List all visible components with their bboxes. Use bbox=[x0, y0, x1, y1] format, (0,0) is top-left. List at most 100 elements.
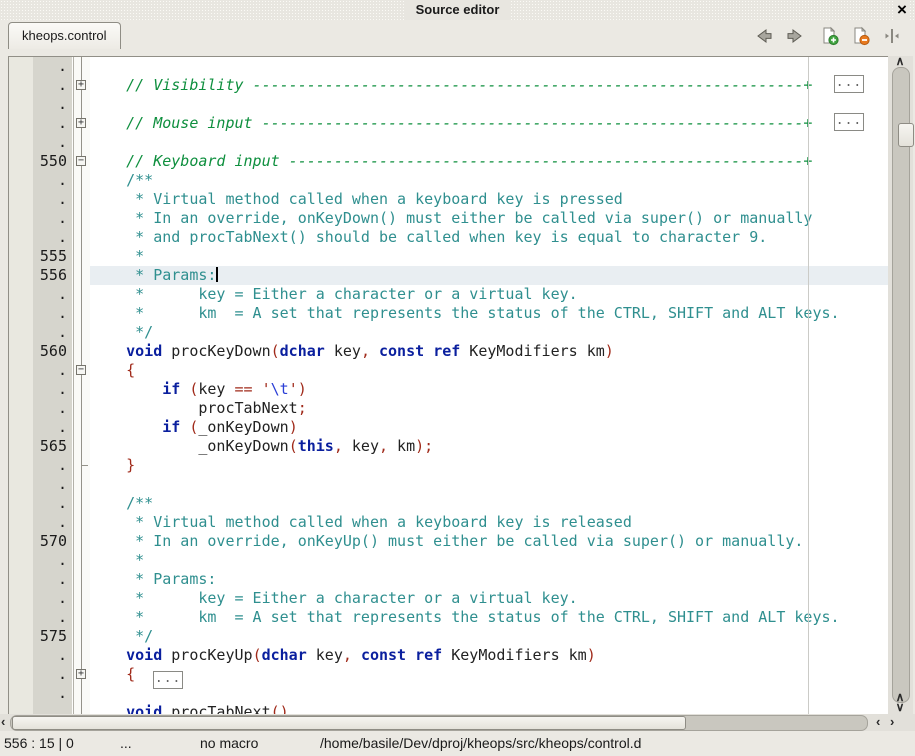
split-view-button[interactable] bbox=[881, 26, 903, 50]
code-line[interactable]: * bbox=[90, 551, 889, 570]
vertical-scrollbar[interactable]: ∧ ∧ ∨ bbox=[888, 56, 913, 714]
remove-document-button[interactable] bbox=[850, 26, 872, 50]
code-line[interactable]: * and procTabNext() should be called whe… bbox=[90, 228, 889, 247]
horizontal-scrollbar[interactable]: ‹ ‹ › bbox=[0, 714, 915, 731]
code-line[interactable]: {... bbox=[90, 665, 889, 684]
collapsed-fold-box[interactable]: ... bbox=[834, 75, 864, 93]
code-line[interactable]: // Keyboard input ----------------------… bbox=[90, 152, 889, 171]
code-row[interactable]: 556 * Params: bbox=[9, 266, 889, 285]
vertical-scroll-track[interactable] bbox=[892, 67, 910, 703]
scroll-left-icon[interactable]: ‹ bbox=[1, 714, 5, 730]
code-row[interactable]: . * bbox=[9, 551, 889, 570]
code-line[interactable]: * Virtual method called when a keyboard … bbox=[90, 190, 889, 209]
fold-expand-icon[interactable]: + bbox=[76, 669, 86, 679]
code-row[interactable]: . * In an override, onKeyDown() must eit… bbox=[9, 209, 889, 228]
code-row[interactable]: . bbox=[9, 57, 889, 76]
code-line[interactable]: * In an override, onKeyUp() must either … bbox=[90, 532, 889, 551]
code-line[interactable]: * bbox=[90, 247, 889, 266]
scroll-left-icon[interactable]: ‹ bbox=[876, 714, 880, 730]
code-row[interactable]: . void procKeyUp(dchar key, const ref Ke… bbox=[9, 646, 889, 665]
code-row[interactable]: . * key = Either a character or a virtua… bbox=[9, 589, 889, 608]
code-line[interactable]: * key = Either a character or a virtual … bbox=[90, 589, 889, 608]
code-row[interactable]: 575 */ bbox=[9, 627, 889, 646]
code-row[interactable]: . * Params: bbox=[9, 570, 889, 589]
close-icon[interactable]: × bbox=[894, 0, 910, 20]
code-line[interactable]: void procKeyUp(dchar key, const ref KeyM… bbox=[90, 646, 889, 665]
code-row[interactable]: .+ // Mouse input ----------------------… bbox=[9, 114, 889, 133]
code-line[interactable]: if (_onKeyDown) bbox=[90, 418, 889, 437]
vertical-scroll-thumb[interactable] bbox=[898, 123, 914, 147]
code-row[interactable]: . bbox=[9, 475, 889, 494]
code-line[interactable] bbox=[90, 57, 889, 76]
code-line[interactable]: // Mouse input -------------------------… bbox=[90, 114, 889, 133]
code-line[interactable]: * Params: bbox=[90, 266, 889, 285]
code-row[interactable]: . if (_onKeyDown) bbox=[9, 418, 889, 437]
code-line[interactable] bbox=[90, 684, 889, 703]
code-row[interactable]: . * Virtual method called when a keyboar… bbox=[9, 190, 889, 209]
code-viewport[interactable]: ..+ // Visibility ----------------------… bbox=[8, 56, 890, 716]
tab-kheops-control[interactable]: kheops.control bbox=[8, 22, 121, 49]
code-line[interactable]: * km = A set that represents the status … bbox=[90, 608, 889, 627]
back-button[interactable] bbox=[753, 26, 775, 50]
code-row[interactable]: 570 * In an override, onKeyUp() must eit… bbox=[9, 532, 889, 551]
code-line[interactable] bbox=[90, 95, 889, 114]
code-token: { bbox=[126, 361, 135, 379]
horizontal-scroll-track[interactable] bbox=[10, 715, 868, 731]
code-line[interactable]: if (key == '\t') bbox=[90, 380, 889, 399]
code-row[interactable]: 560 void procKeyDown(dchar key, const re… bbox=[9, 342, 889, 361]
code-row[interactable]: . * key = Either a character or a virtua… bbox=[9, 285, 889, 304]
code-line[interactable]: */ bbox=[90, 323, 889, 342]
code-line[interactable]: * km = A set that represents the status … bbox=[90, 304, 889, 323]
code-line[interactable]: * In an override, onKeyDown() must eithe… bbox=[90, 209, 889, 228]
code-row[interactable]: . bbox=[9, 95, 889, 114]
scroll-up-icon[interactable]: ∧ bbox=[892, 56, 908, 66]
collapsed-fold-box[interactable]: ... bbox=[834, 113, 864, 131]
code-row[interactable]: . * and procTabNext() should be called w… bbox=[9, 228, 889, 247]
code-row[interactable]: . /** bbox=[9, 171, 889, 190]
code-row[interactable]: . * km = A set that represents the statu… bbox=[9, 608, 889, 627]
code-row[interactable]: 565 _onKeyDown(this, key, km); bbox=[9, 437, 889, 456]
code-row[interactable]: 550− // Keyboard input -----------------… bbox=[9, 152, 889, 171]
horizontal-scroll-thumb[interactable] bbox=[12, 716, 686, 730]
code-line[interactable]: * Virtual method called when a keyboard … bbox=[90, 513, 889, 532]
code-row[interactable]: . bbox=[9, 684, 889, 703]
code-line[interactable]: * Params: bbox=[90, 570, 889, 589]
fold-expand-icon[interactable]: + bbox=[76, 80, 86, 90]
scroll-right-icon[interactable]: › bbox=[890, 714, 894, 730]
code-line[interactable]: * key = Either a character or a virtual … bbox=[90, 285, 889, 304]
code-row[interactable]: .− { bbox=[9, 361, 889, 380]
code-line[interactable]: void procKeyDown(dchar key, const ref Ke… bbox=[90, 342, 889, 361]
code-line[interactable]: */ bbox=[90, 627, 889, 646]
code-line[interactable] bbox=[90, 475, 889, 494]
code-row[interactable]: .+ // Visibility -----------------------… bbox=[9, 76, 889, 95]
gutter-strip bbox=[9, 247, 33, 266]
code-row[interactable]: . if (key == '\t') bbox=[9, 380, 889, 399]
code-line[interactable]: } bbox=[90, 456, 889, 475]
gutter-strip bbox=[9, 532, 33, 551]
gutter-strip bbox=[9, 437, 33, 456]
code-row[interactable]: . */ bbox=[9, 323, 889, 342]
fold-collapse-icon[interactable]: − bbox=[76, 365, 86, 375]
code-line[interactable] bbox=[90, 133, 889, 152]
code-line[interactable]: { bbox=[90, 361, 889, 380]
new-document-button[interactable] bbox=[819, 26, 841, 50]
code-row[interactable]: . procTabNext; bbox=[9, 399, 889, 418]
code-line[interactable]: procTabNext; bbox=[90, 399, 889, 418]
code-row[interactable]: . * km = A set that represents the statu… bbox=[9, 304, 889, 323]
fold-collapse-icon[interactable]: − bbox=[76, 156, 86, 166]
tab-bar: kheops.control bbox=[0, 20, 915, 56]
code-line[interactable]: /** bbox=[90, 494, 889, 513]
code-token: ) bbox=[298, 380, 307, 398]
code-line[interactable]: // Visibility --------------------------… bbox=[90, 76, 889, 95]
code-row[interactable]: 555 * bbox=[9, 247, 889, 266]
forward-button[interactable] bbox=[784, 26, 806, 50]
code-row[interactable]: . * Virtual method called when a keyboar… bbox=[9, 513, 889, 532]
code-line[interactable]: /** bbox=[90, 171, 889, 190]
code-row[interactable]: .+ {... bbox=[9, 665, 889, 684]
scroll-down-icon[interactable]: ∨ bbox=[892, 702, 908, 712]
code-row[interactable]: . /** bbox=[9, 494, 889, 513]
code-row[interactable]: . bbox=[9, 133, 889, 152]
fold-expand-icon[interactable]: + bbox=[76, 118, 86, 128]
code-row[interactable]: . } bbox=[9, 456, 889, 475]
code-line[interactable]: _onKeyDown(this, key, km); bbox=[90, 437, 889, 456]
